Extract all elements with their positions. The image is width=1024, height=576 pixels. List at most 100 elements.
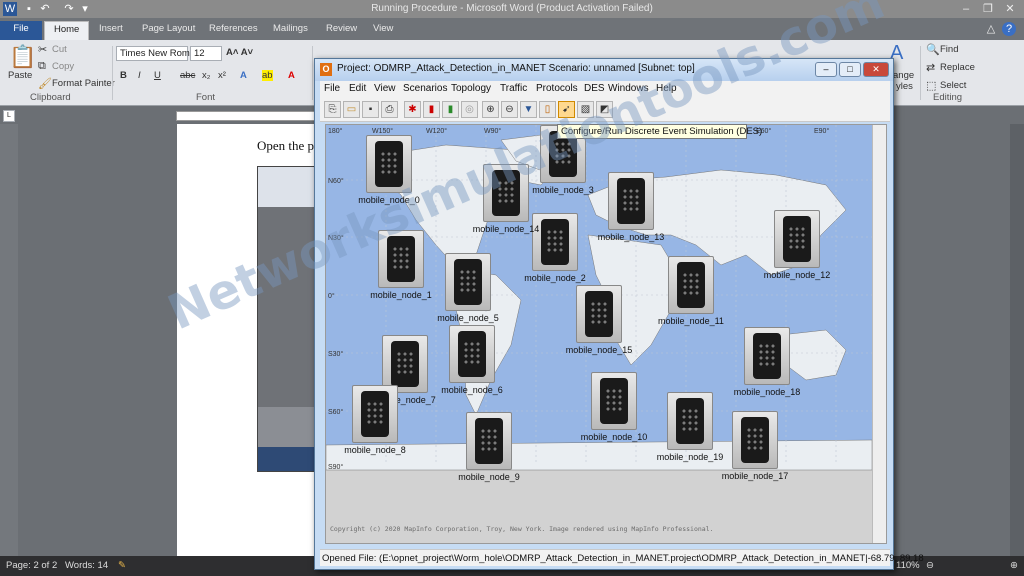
proofing-icon[interactable]: ✎ [118, 560, 126, 571]
mobile-device-icon[interactable] [668, 256, 714, 314]
object-palette-icon[interactable]: ✱ [404, 101, 421, 118]
mobile-node-label: mobile_node_14 [472, 224, 540, 234]
tab-home[interactable]: Home [44, 21, 90, 40]
hide-graphs-icon[interactable]: ◩ [596, 101, 613, 118]
word-count[interactable]: Words: 14 [65, 560, 108, 571]
document-text: Open the p [257, 138, 315, 153]
tab-page-layout[interactable]: Page Layout [133, 21, 204, 40]
save-project-icon[interactable]: ▪ [362, 101, 379, 118]
lon-label: W90° [484, 127, 501, 135]
menu-protocols[interactable]: Protocols [536, 83, 578, 94]
mobile-device-icon[interactable] [466, 412, 512, 470]
mobile-device-icon[interactable] [774, 210, 820, 268]
menu-view[interactable]: View [374, 83, 396, 94]
select-button[interactable]: Select [940, 80, 966, 91]
mobile-device-icon[interactable] [352, 385, 398, 443]
subscript-button[interactable]: x₂ [202, 70, 210, 81]
zoom-out-icon[interactable]: ⊖ [926, 560, 934, 571]
paste-icon[interactable]: 📋 [9, 44, 36, 70]
underline-button[interactable]: U [154, 70, 161, 81]
lon-label: E90° [814, 127, 829, 135]
change-styles-button[interactable]: ange [893, 70, 914, 81]
view-results-icon[interactable]: ▧ [577, 101, 594, 118]
font-name-field[interactable]: Times New Rom [116, 46, 190, 61]
grow-font-button[interactable]: A˄ A˅ [226, 47, 253, 58]
menu-topology[interactable]: Topology [451, 83, 491, 94]
zoom-in-icon[interactable]: ⊕ [1010, 560, 1018, 571]
des-stats-icon[interactable]: ▯ [539, 101, 556, 118]
menu-traffic[interactable]: Traffic [500, 83, 527, 94]
tab-insert[interactable]: Insert [90, 21, 132, 40]
zoom-in-tool-icon[interactable]: ⊕ [482, 101, 499, 118]
tab-references[interactable]: References [200, 21, 267, 40]
opnet-toolbar: ⎘ ▭ ▪ ⎙ ✱ ▮ ▮ ◎ ⊕ ⊖ ▼ ▯ ➹ ▧ ◩ [320, 97, 890, 122]
mobile-device-icon[interactable] [576, 285, 622, 343]
mobile-device-icon[interactable] [591, 372, 637, 430]
opnet-close-button[interactable]: ✕ [863, 62, 889, 77]
new-icon[interactable]: ⎘ [324, 101, 341, 118]
mobile-device-icon[interactable] [445, 253, 491, 311]
menu-file[interactable]: File [324, 83, 340, 94]
tab-review[interactable]: Review [317, 21, 366, 40]
font-size-field[interactable]: 12 [190, 46, 222, 61]
bold-button[interactable]: B [120, 70, 127, 81]
close-icon[interactable]: ✕ [999, 2, 1021, 16]
text-effects-button[interactable]: A [240, 70, 247, 81]
find-button[interactable]: Find [940, 44, 958, 55]
mobile-device-icon[interactable] [483, 164, 529, 222]
tab-selector[interactable]: L [3, 110, 15, 122]
lon-label: 180° [328, 127, 343, 135]
restore-icon[interactable]: ❐ [977, 2, 999, 16]
menu-windows[interactable]: Windows [608, 83, 649, 94]
mobile-device-icon[interactable] [744, 327, 790, 385]
paste-button[interactable]: Paste [8, 70, 32, 81]
mobile-device-icon[interactable] [608, 172, 654, 230]
mobile-node-label: mobile_node_1 [370, 290, 432, 300]
change-styles-button-2[interactable]: yles [896, 81, 913, 92]
lat-label: S30° [328, 350, 343, 358]
configure-run-des-icon[interactable]: ➹ [558, 101, 575, 118]
page-count[interactable]: Page: 2 of 2 [6, 560, 57, 571]
italic-button[interactable]: I [138, 70, 141, 81]
ribbon-minimize-icon[interactable]: △ [980, 22, 1002, 36]
return-parent-icon[interactable]: ◎ [461, 101, 478, 118]
lon-label: W120° [426, 127, 447, 135]
menu-edit[interactable]: Edit [349, 83, 366, 94]
find-icon: 🔍 [926, 44, 940, 56]
opnet-maximize-button[interactable]: □ [839, 62, 861, 77]
copy-button[interactable]: Copy [52, 61, 74, 72]
menu-scenarios[interactable]: Scenarios [403, 83, 447, 94]
lon-label: W150° [372, 127, 393, 135]
strikethrough-button[interactable]: abc [180, 70, 195, 81]
open-folder-icon[interactable]: ▭ [343, 101, 360, 118]
workspace-map[interactable]: 180° W150° W120° W90° E60° E90° N60° N30… [325, 124, 887, 544]
map-vertical-scrollbar[interactable] [872, 125, 886, 543]
help-icon[interactable]: ? [1002, 22, 1016, 36]
mobile-device-icon[interactable] [667, 392, 713, 450]
recover-node-icon[interactable]: ▮ [442, 101, 459, 118]
tab-mailings[interactable]: Mailings [264, 21, 317, 40]
des-tooltip: Configure/Run Discrete Event Simulation … [557, 124, 762, 139]
replace-button[interactable]: Replace [940, 62, 975, 73]
menu-help[interactable]: Help [656, 83, 677, 94]
tab-file[interactable]: File [0, 21, 42, 40]
superscript-button[interactable]: x² [218, 70, 226, 81]
highlight-button[interactable]: ab [262, 70, 273, 81]
opnet-minimize-button[interactable]: – [815, 62, 837, 77]
word-vertical-scrollbar[interactable] [1010, 124, 1024, 556]
cut-button[interactable]: Cut [52, 44, 67, 55]
menu-des[interactable]: DES [584, 83, 605, 94]
font-color-button[interactable]: A [288, 70, 295, 81]
tab-view[interactable]: View [364, 21, 402, 40]
minimize-icon[interactable]: – [955, 2, 977, 16]
mobile-device-icon[interactable] [532, 213, 578, 271]
format-painter-button[interactable]: Format Painter [52, 78, 115, 89]
zoom-out-tool-icon[interactable]: ⊖ [501, 101, 518, 118]
mobile-device-icon[interactable] [378, 230, 424, 288]
mobile-device-icon[interactable] [449, 325, 495, 383]
fail-node-icon[interactable]: ▮ [423, 101, 440, 118]
configure-traffic-icon[interactable]: ▼ [520, 101, 537, 118]
print-icon[interactable]: ⎙ [381, 101, 398, 118]
mobile-device-icon[interactable] [366, 135, 412, 193]
opnet-logo-icon: O [320, 63, 332, 76]
